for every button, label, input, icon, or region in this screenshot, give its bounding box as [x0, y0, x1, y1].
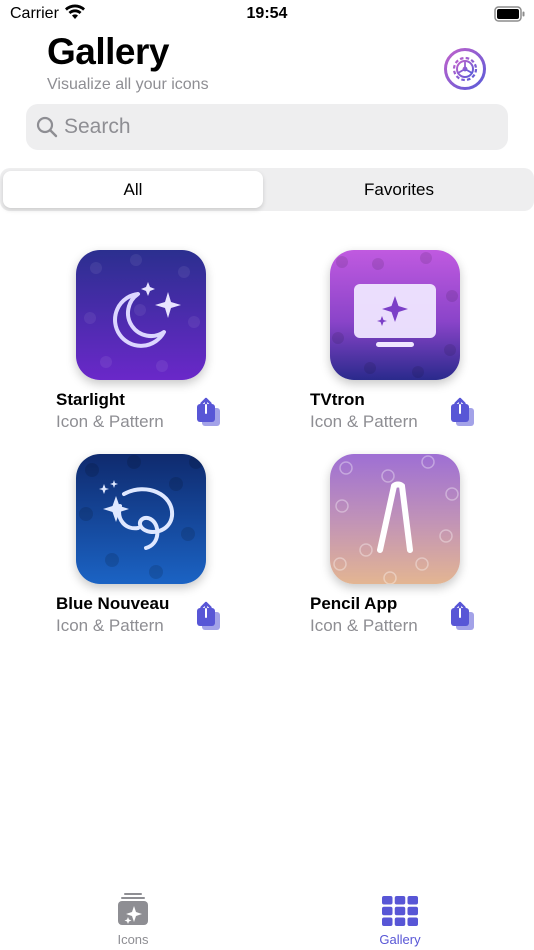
- tv-sparkle-icon: [330, 250, 460, 380]
- card-subtitle: Icon & Pattern: [56, 412, 164, 431]
- search-bar[interactable]: [26, 104, 508, 150]
- share-button[interactable]: [448, 396, 478, 428]
- share-button[interactable]: [194, 396, 224, 428]
- card-title: Starlight: [56, 390, 125, 409]
- app-icon-tile-tvtron[interactable]: [330, 250, 460, 380]
- settings-button[interactable]: [444, 48, 486, 90]
- share-icon: [197, 601, 220, 630]
- status-bar: Carrier 19:54: [0, 0, 534, 28]
- card-subtitle: Icon & Pattern: [310, 412, 418, 431]
- card-title: TVtron: [310, 390, 365, 409]
- segment-all[interactable]: All: [3, 171, 263, 208]
- share-icon: [451, 601, 474, 630]
- share-button[interactable]: [194, 600, 224, 632]
- page-title: Gallery: [47, 31, 169, 72]
- tab-bar: Icons Gallery: [0, 880, 534, 950]
- app-icon-tile-pencil-app[interactable]: [330, 454, 460, 584]
- gallery-card-pencil-app: Pencil App Icon & Pattern: [310, 454, 530, 644]
- page-subtitle: Visualize all your icons: [47, 76, 209, 93]
- tab-gallery[interactable]: Gallery: [330, 890, 470, 950]
- card-title: Pencil App: [310, 594, 398, 613]
- icons-stack-icon: [118, 893, 148, 925]
- share-button[interactable]: [448, 600, 478, 632]
- app-screen: Carrier 19:54 Gallery Visualize all your…: [0, 0, 534, 950]
- sparkle-swirl-icon: [76, 454, 206, 584]
- gallery-grid-icon: [382, 896, 418, 926]
- share-icon: [197, 397, 220, 426]
- settings-gear-icon: [444, 48, 486, 90]
- app-icon-tile-blue-nouveau[interactable]: [76, 454, 206, 584]
- app-icon-tile-starlight[interactable]: [76, 250, 206, 380]
- search-input[interactable]: [64, 110, 494, 144]
- gallery-card-tvtron: TVtron Icon & Pattern: [310, 250, 530, 440]
- battery-icon: [494, 6, 526, 27]
- share-icon: [451, 397, 474, 426]
- gallery-card-starlight: Starlight Icon & Pattern: [56, 250, 276, 440]
- card-subtitle: Icon & Pattern: [310, 616, 418, 635]
- segment-favorites[interactable]: Favorites: [267, 171, 531, 208]
- card-subtitle: Icon & Pattern: [56, 616, 164, 635]
- tab-label: Gallery: [379, 932, 421, 947]
- gallery-card-blue-nouveau: Blue Nouveau Icon & Pattern: [56, 454, 276, 644]
- search-icon: [36, 116, 58, 143]
- pencil-a-icon: [330, 454, 460, 584]
- status-time: 19:54: [246, 5, 288, 22]
- tab-label: Icons: [117, 932, 149, 947]
- card-title: Blue Nouveau: [56, 594, 170, 613]
- tab-icons[interactable]: Icons: [63, 890, 203, 950]
- filter-segmented-control: All Favorites: [0, 168, 534, 211]
- moon-stars-icon: [76, 250, 206, 380]
